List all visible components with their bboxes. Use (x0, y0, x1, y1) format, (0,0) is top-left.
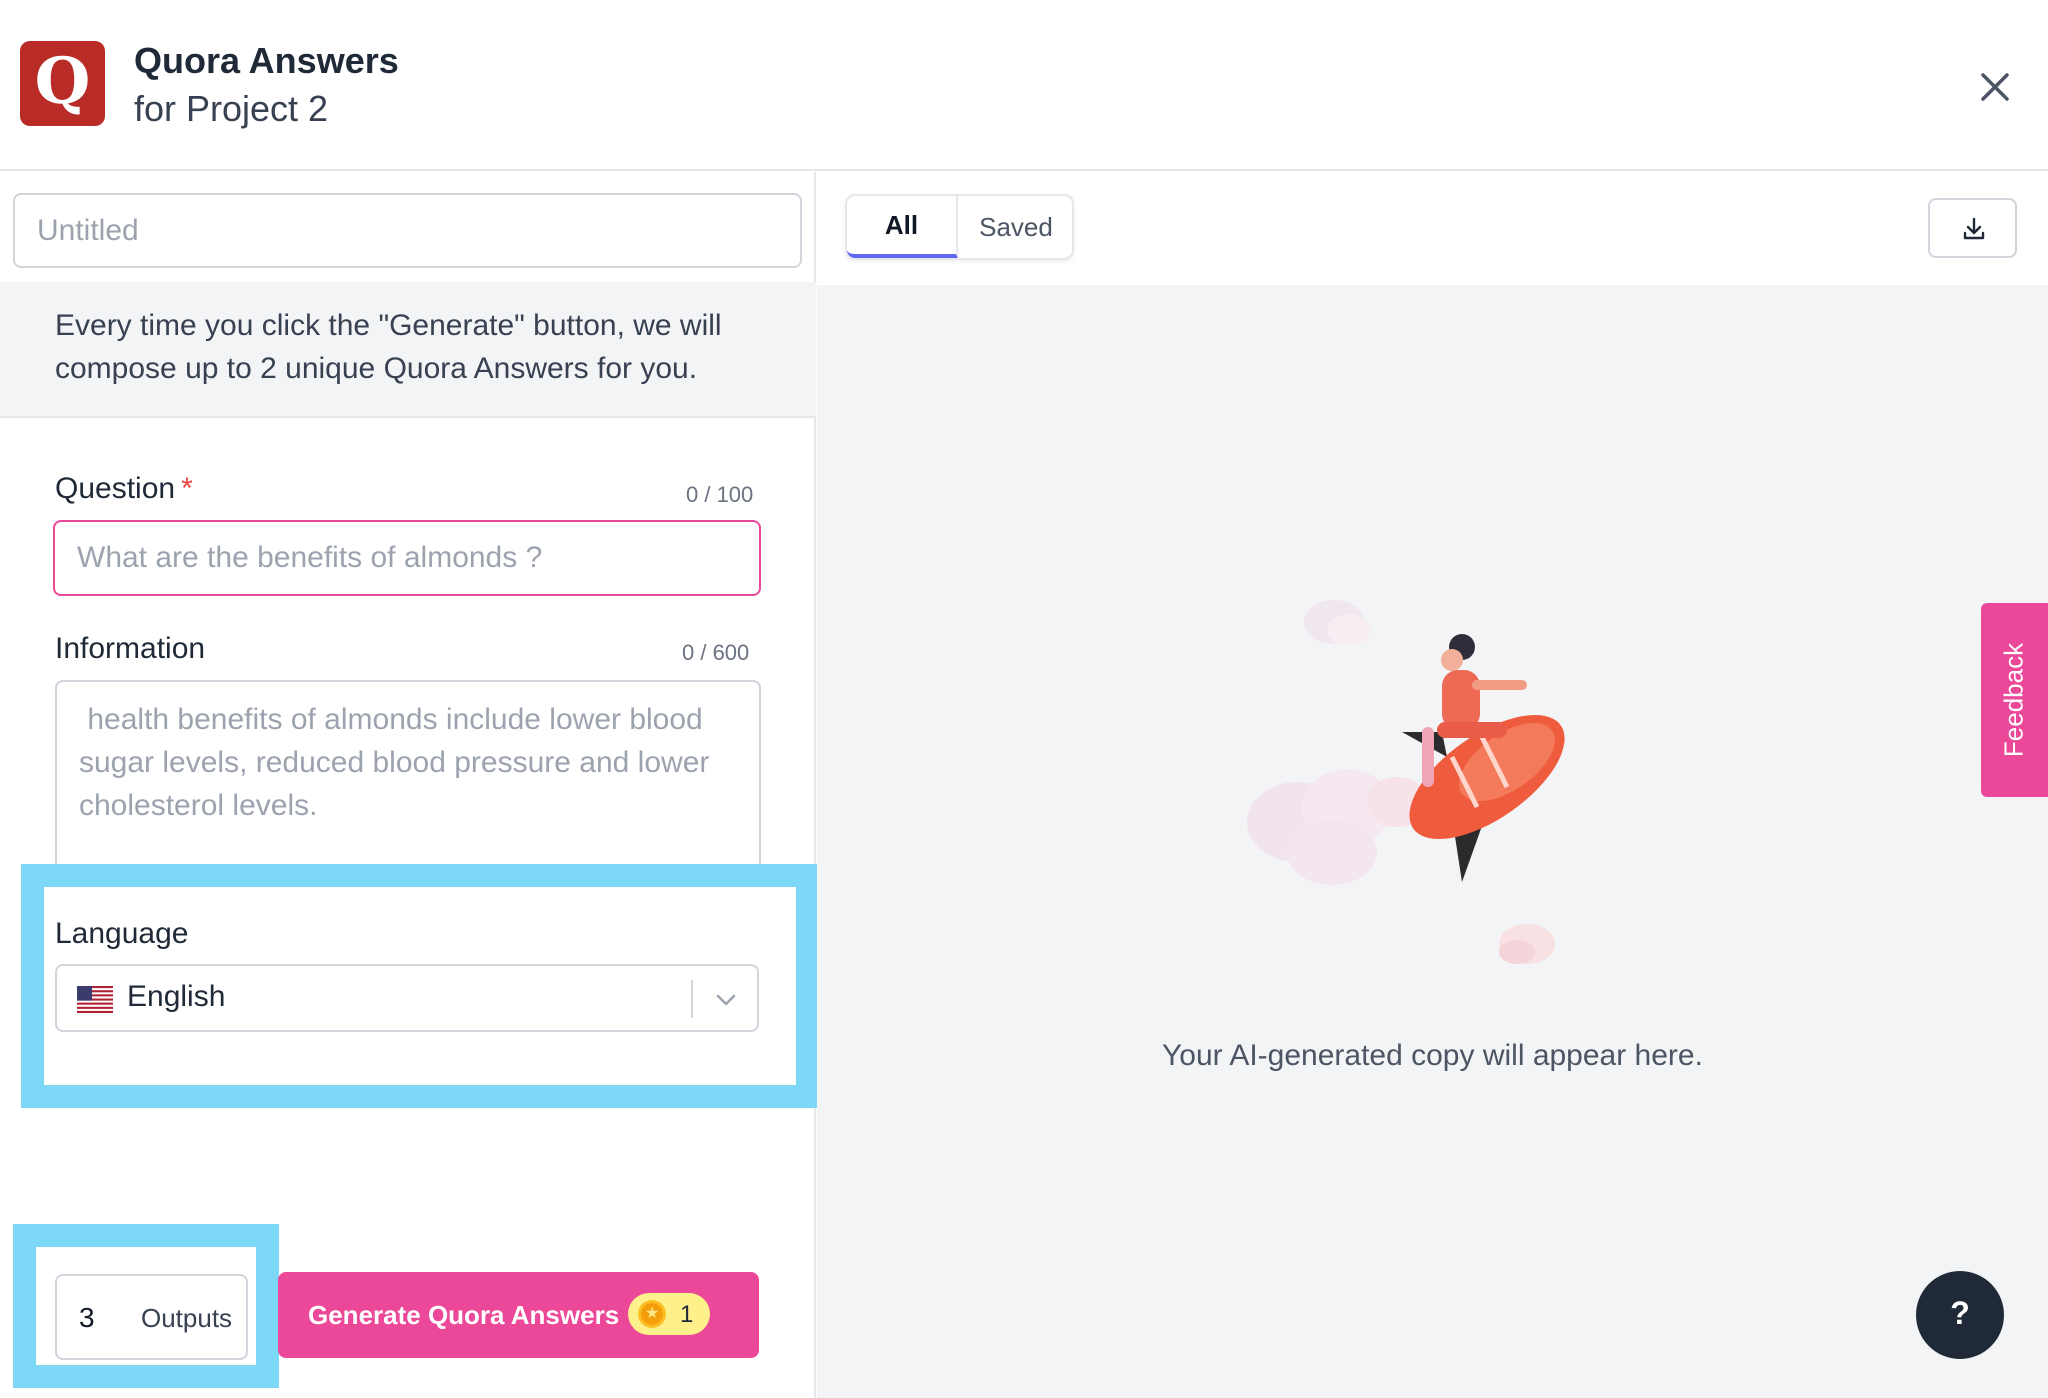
generate-button[interactable]: Generate Quora Answers 1 (278, 1272, 759, 1358)
results-toolbar: All Saved (817, 172, 2048, 285)
help-icon: ? (1950, 1295, 1970, 1331)
information-textarea[interactable] (55, 680, 761, 880)
project-subtitle: for Project 2 (134, 88, 329, 129)
results-panel: All Saved Your AI-generated copy will ap… (817, 172, 2048, 1398)
intro-text: Every time you click the "Generate" butt… (0, 282, 816, 418)
us-flag-icon (77, 986, 113, 1013)
outputs-count-value: 3 (79, 1302, 95, 1333)
credit-cost-value: 1 (680, 1301, 694, 1328)
close-button[interactable] (1970, 62, 2020, 112)
information-label: Information (55, 632, 206, 665)
tab-all[interactable]: All (847, 196, 958, 258)
document-title-input[interactable] (13, 193, 802, 268)
coin-icon (638, 1300, 666, 1328)
information-char-counter: 0 / 600 (682, 640, 750, 665)
question-label: Question * (55, 472, 193, 506)
rocket-illustration (1247, 600, 1565, 964)
language-selected-value: English (127, 980, 226, 1013)
form-panel: Every time you click the "Generate" butt… (0, 172, 816, 1398)
quora-logo: Q (20, 41, 105, 126)
logo-letter: Q (34, 43, 91, 119)
outputs-label: Outputs (141, 1303, 233, 1333)
language-select[interactable]: English (55, 964, 759, 1032)
modal-header: Q Quora Answers for Project 2 (0, 0, 2048, 171)
feedback-button[interactable]: Feedback (1981, 603, 2048, 797)
empty-state-message: Your AI-generated copy will appear here. (1162, 1039, 1703, 1072)
results-tabs: All Saved (845, 194, 1074, 260)
required-marker: * (181, 472, 193, 505)
download-icon (1963, 217, 1985, 240)
generate-button-label: Generate Quora Answers (308, 1300, 620, 1330)
question-label-text: Question (55, 472, 176, 505)
close-icon (1981, 73, 2009, 101)
language-label: Language (55, 917, 189, 950)
question-input[interactable] (53, 520, 761, 596)
page-title: Quora Answers (134, 40, 399, 81)
outputs-count-input[interactable]: 3 Outputs (55, 1274, 248, 1360)
feedback-label: Feedback (1998, 642, 2029, 758)
credit-cost-badge: 1 (628, 1293, 710, 1335)
tab-saved[interactable]: Saved (958, 196, 1074, 258)
question-char-counter: 0 / 100 (686, 482, 754, 507)
download-button[interactable] (1928, 198, 2017, 258)
help-button[interactable]: ? (1916, 1271, 2004, 1359)
select-separator (691, 980, 693, 1018)
chevron-down-icon (716, 994, 736, 1006)
